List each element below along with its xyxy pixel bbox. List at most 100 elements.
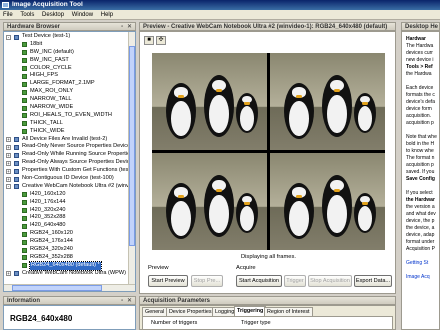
scrollbar-thumb[interactable] bbox=[12, 285, 102, 291]
tree-device-node[interactable]: + All Device Files Are Invalid (test-2) bbox=[4, 136, 129, 144]
tree-horizontal-scrollbar[interactable] bbox=[4, 284, 135, 291]
start-acquisition-button[interactable]: Start Acquisition bbox=[236, 275, 282, 287]
help-text-line: saved. If you bbox=[406, 169, 435, 175]
stop-icon[interactable]: ■ bbox=[144, 36, 154, 45]
expand-icon[interactable]: + bbox=[6, 271, 11, 277]
tree-format-node[interactable]: 18bit bbox=[4, 41, 129, 49]
expand-icon[interactable]: + bbox=[6, 137, 11, 143]
tree-vertical-scrollbar[interactable] bbox=[128, 32, 135, 291]
menu-help[interactable]: Help bbox=[101, 12, 113, 18]
tree-node-label: NARROW_WIDE bbox=[30, 104, 74, 111]
help-text-line: device, the p bbox=[406, 218, 435, 224]
tree-format-node[interactable]: I420_160x120 bbox=[4, 191, 129, 199]
menu-tools[interactable]: Tools bbox=[20, 12, 34, 18]
tab-triggering[interactable]: Triggering bbox=[234, 306, 267, 316]
format-icon bbox=[22, 239, 27, 245]
penguin-figure bbox=[354, 193, 376, 233]
tree-format-node[interactable]: COLOR_CYCLE bbox=[4, 65, 129, 73]
tree-format-node[interactable]: BW_INC (default) bbox=[4, 49, 129, 57]
tree-format-node[interactable]: I420_640x480 bbox=[4, 222, 129, 230]
help-text-line: device's defa bbox=[406, 99, 436, 105]
menu-desktop[interactable]: Desktop bbox=[42, 12, 64, 18]
panel-controls-icon[interactable]: ▫ ✕ bbox=[121, 297, 133, 305]
tree-format-node[interactable]: MAX_ROI_ONLY bbox=[4, 88, 129, 96]
tree-format-node[interactable]: RGB24_176x144 bbox=[4, 238, 129, 246]
help-text-line: to know whe bbox=[406, 148, 434, 154]
scrollbar-thumb[interactable] bbox=[129, 46, 135, 246]
tree-format-node[interactable]: THICK_TALL bbox=[4, 120, 129, 128]
format-icon bbox=[22, 200, 27, 206]
format-icon bbox=[22, 215, 27, 221]
expand-icon[interactable]: + bbox=[6, 144, 11, 150]
tree-device-node[interactable]: + Properties With Custom Get Functions (t… bbox=[4, 167, 130, 175]
tree-device-node[interactable]: + Read-Only Never Source Properties Devic… bbox=[4, 143, 131, 151]
stop-acquisition-button[interactable]: Stop Acquisition bbox=[308, 275, 352, 287]
tree-format-node[interactable]: NARROW_WIDE bbox=[4, 104, 129, 112]
format-icon bbox=[22, 129, 27, 135]
tree-format-node[interactable]: LARGE_FORMAT_2.1MP bbox=[4, 80, 129, 88]
desktop-help-header: Desktop He bbox=[401, 22, 440, 31]
panel-controls-icon[interactable]: ▫ ✕ bbox=[121, 23, 133, 31]
expand-icon[interactable]: + bbox=[6, 168, 11, 174]
tree-node-label: 18bit bbox=[30, 40, 43, 47]
format-icon bbox=[22, 231, 27, 237]
hardware-browser-tree[interactable]: - Test Device (test-1) 18bit BW_INC (defaul… bbox=[3, 31, 136, 292]
expand-icon[interactable]: + bbox=[6, 160, 11, 166]
help-text-line: the version a bbox=[406, 204, 435, 210]
tree-format-node[interactable]: I420_320x240 bbox=[4, 207, 129, 215]
tree-node-label: Read-Only Never Source Properties Device bbox=[22, 143, 131, 150]
collapse-icon[interactable]: - bbox=[6, 184, 11, 190]
menu-window[interactable]: Window bbox=[72, 12, 93, 18]
format-icon bbox=[22, 81, 27, 87]
tree-format-node[interactable]: NARROW_TALL bbox=[4, 96, 129, 104]
device-icon bbox=[14, 34, 19, 40]
tree-format-node[interactable]: RGB24_320x240 bbox=[4, 246, 129, 254]
help-link[interactable]: Getting St bbox=[406, 260, 428, 266]
tree-device-node[interactable]: + Read-Only While Running Source Properti… bbox=[4, 151, 133, 159]
format-icon bbox=[22, 73, 27, 79]
stop-preview-button[interactable]: Stop Pre... bbox=[191, 275, 223, 287]
tree-node-label: Properties With Custom Get Functions (te… bbox=[22, 167, 130, 174]
tree-node-label: Non-Contiguous ID Device (test-100) bbox=[22, 175, 114, 182]
number-of-triggers-label: Number of triggers bbox=[151, 320, 198, 326]
tree-format-node[interactable]: HIGH_FPS bbox=[4, 72, 129, 80]
tab-device-properties[interactable]: Device Properties bbox=[166, 307, 215, 316]
expand-icon[interactable]: + bbox=[6, 176, 11, 182]
tree-format-node[interactable]: BW_INC_FAST bbox=[4, 57, 129, 65]
tree-node-label: HIGH_FPS bbox=[30, 72, 58, 79]
trigger-button[interactable]: Trigger bbox=[284, 275, 306, 287]
tree-format-node[interactable]: THICK_WIDE bbox=[4, 128, 129, 136]
help-text-line: acquisition p bbox=[406, 162, 434, 168]
acquire-group-label: Acquire bbox=[236, 265, 256, 271]
export-data-button[interactable]: Export Data... bbox=[354, 275, 392, 287]
format-icon bbox=[22, 42, 27, 48]
fit-view-icon[interactable]: ✣ bbox=[156, 36, 166, 45]
collapse-icon[interactable]: - bbox=[6, 34, 11, 40]
tab-region-of-interest[interactable]: Region of Interest bbox=[264, 307, 313, 316]
tree-format-node[interactable]: I420_352x288 bbox=[4, 214, 129, 222]
tree-format-node[interactable]: RGB24_640x480 (default) * bbox=[4, 260, 129, 271]
penguin-figure bbox=[354, 93, 376, 133]
help-text-line: bold in the H bbox=[406, 141, 435, 147]
preview-status-text: Displaying all frames. bbox=[240, 254, 297, 260]
device-icon bbox=[14, 144, 19, 150]
menu-file[interactable]: File bbox=[3, 12, 13, 18]
tree-device-node[interactable]: + Creative WebCam Notebook Ultra (WPW) (w bbox=[4, 270, 133, 278]
tree-device-node[interactable]: + Non-Contiguous ID Device (test-100) bbox=[4, 175, 129, 183]
help-link[interactable]: Image Acq bbox=[406, 274, 430, 280]
help-text-line: devices curr bbox=[406, 50, 433, 56]
tab-general[interactable]: General bbox=[142, 307, 168, 316]
help-text-line: The Hardwa bbox=[406, 43, 434, 49]
help-text-line: the device, a bbox=[406, 225, 435, 231]
tree-format-node[interactable]: I420_176x144 bbox=[4, 199, 129, 207]
start-preview-button[interactable]: Start Preview bbox=[148, 275, 188, 287]
tree-device-node[interactable]: - Test Device (test-1) bbox=[4, 33, 129, 41]
tree-format-node[interactable]: RGB24_160x120 bbox=[4, 230, 129, 238]
acquisition-parameters-panel: General Device Properties Logging Trigge… bbox=[139, 305, 396, 330]
tree-device-node[interactable]: - Creative WebCam Notebook Ultra #2 (winv bbox=[4, 183, 129, 191]
expand-icon[interactable]: + bbox=[6, 152, 11, 158]
tree-format-node[interactable]: ROI_HEALS_TO_EVEN_WIDTH bbox=[4, 112, 129, 120]
tree-format-node[interactable]: RGB24_352x288 bbox=[4, 254, 129, 262]
tree-device-node[interactable]: + Read-Only Always Source Properties Devi… bbox=[4, 159, 130, 167]
help-text-line: format under bbox=[406, 239, 435, 245]
